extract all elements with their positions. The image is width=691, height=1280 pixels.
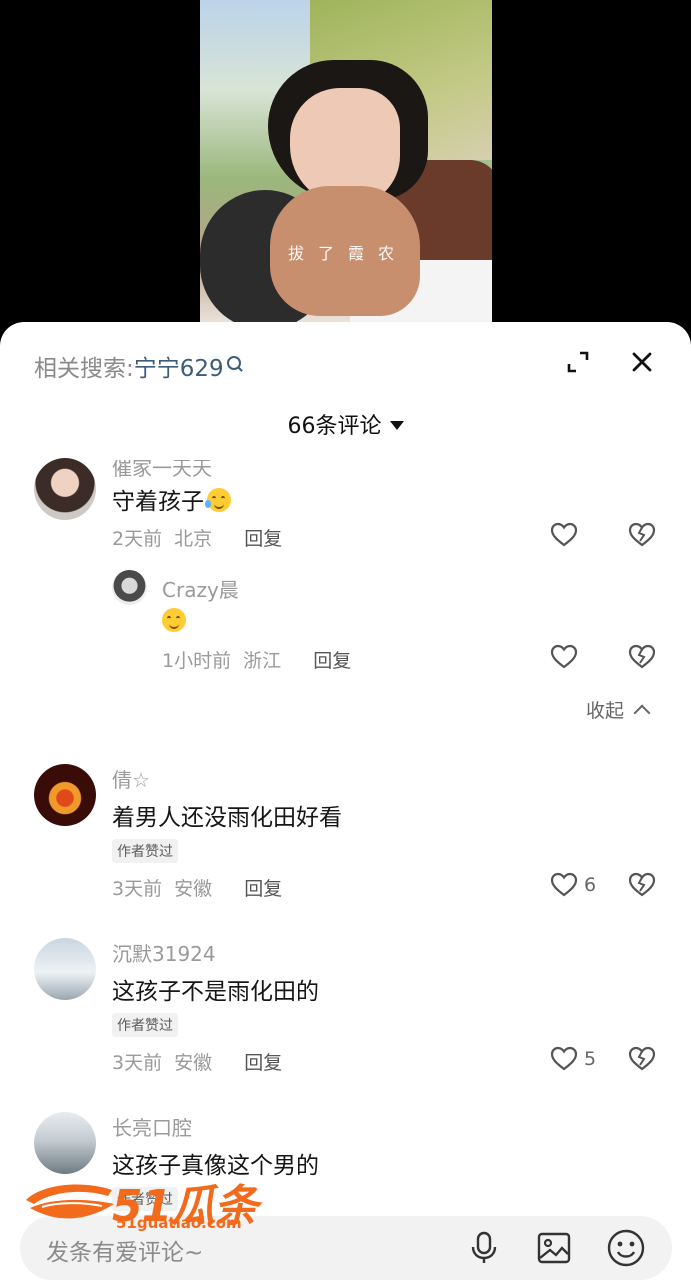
comment-time: 2天前 [112, 528, 163, 550]
image-icon[interactable] [536, 1230, 572, 1266]
avatar[interactable] [112, 570, 147, 605]
comment-text: 着男人还没雨化田好看 [112, 805, 342, 831]
like-heart-icon[interactable] [550, 522, 578, 548]
avatar[interactable] [34, 458, 96, 520]
comment-list[interactable]: 催家一天天 守着孩子 2天前 北京 回复 Crazy晨 1小时前 浙江 回复 收… [0, 452, 691, 1212]
video-player[interactable]: 拔了霞农 [200, 0, 492, 324]
reply-meta: 1小时前 浙江 回复 [162, 646, 351, 673]
comment-username[interactable]: 长亮口腔 [112, 1112, 192, 1141]
related-search-keyword[interactable]: 宁宁629 [134, 356, 224, 382]
related-search-label: 相关搜索: [34, 356, 134, 382]
author-liked-badge: 作者赞过 [112, 839, 178, 863]
reply-button[interactable]: 回复 [313, 650, 351, 672]
avatar[interactable] [34, 938, 96, 1000]
dislike-broken-heart-icon[interactable] [628, 1046, 656, 1072]
comment-location: 安徽 [174, 878, 213, 900]
comment-username[interactable]: 倩☆ [112, 764, 150, 793]
crying-laughing-emoji-icon [205, 488, 231, 512]
collapse-label: 收起 [586, 700, 625, 722]
chevron-up-icon [633, 704, 651, 722]
like-heart-icon[interactable] [550, 644, 578, 670]
collapse-replies-button[interactable]: 收起 [586, 696, 651, 723]
like-button[interactable]: 5 [550, 1046, 596, 1072]
comment-text-content: 守着孩子 [112, 489, 204, 515]
watermark-logo-icon [26, 1184, 114, 1219]
reply-username[interactable]: Crazy晨 [162, 574, 239, 603]
reply-text [162, 608, 186, 635]
video-caption: 拔了霞农 [288, 244, 409, 263]
author-liked-badge: 作者赞过 [112, 1013, 178, 1037]
expand-icon[interactable] [566, 350, 590, 374]
comment-text: 守着孩子 [112, 482, 231, 516]
like-count: 5 [584, 1048, 597, 1070]
comment-username[interactable]: 沉默31924 [112, 938, 216, 967]
comment-username[interactable]: 催家一天天 [112, 460, 212, 481]
reply-button[interactable]: 回复 [244, 528, 282, 550]
like-count: 6 [584, 874, 597, 896]
dislike-broken-heart-icon[interactable] [628, 522, 656, 548]
comment-location: 安徽 [174, 1052, 213, 1074]
comment-meta: 3天前 安徽 回复 [112, 874, 282, 901]
comment-count-toggle[interactable]: 66条评论 [0, 408, 691, 440]
comment-time: 3天前 [112, 1052, 163, 1074]
caret-down-icon [389, 421, 404, 430]
like-heart-icon [550, 1046, 578, 1071]
smiling-emoji-icon [162, 608, 186, 632]
sheet-header: 相关搜索:宁宁629 [0, 322, 691, 404]
reply-button[interactable]: 回复 [244, 1052, 282, 1074]
close-icon[interactable] [628, 348, 656, 376]
dislike-broken-heart-icon[interactable] [628, 644, 656, 670]
like-heart-icon [550, 872, 578, 897]
watermark: 51瓜条 51guatiao.com [22, 1170, 266, 1232]
like-button[interactable]: 6 [550, 872, 596, 898]
watermark-url: 51guatiao.com [116, 1214, 242, 1232]
comment-time: 3天前 [112, 878, 163, 900]
emoji-icon[interactable] [606, 1228, 646, 1268]
search-icon [226, 356, 241, 370]
comment-meta: 3天前 安徽 回复 [112, 1048, 282, 1075]
comment-count: 66条评论 [287, 414, 382, 439]
microphone-icon[interactable] [466, 1230, 502, 1266]
related-search[interactable]: 相关搜索:宁宁629 [34, 349, 241, 383]
comment-input[interactable]: 发条有爱评论~ [46, 1233, 203, 1267]
comment-text: 这孩子不是雨化田的 [112, 979, 319, 1005]
reply-location: 浙江 [243, 650, 282, 672]
comment-meta: 2天前 北京 回复 [112, 524, 282, 551]
avatar[interactable] [34, 1112, 96, 1174]
comment-location: 北京 [174, 528, 213, 550]
avatar[interactable] [34, 764, 96, 826]
reply-button[interactable]: 回复 [244, 878, 282, 900]
reply-time: 1小时前 [162, 650, 232, 672]
dislike-broken-heart-icon[interactable] [628, 872, 656, 898]
comment-sheet: 相关搜索:宁宁629 66条评论 催家一天天 守着孩子 2天前 北京 回复 Cr… [0, 322, 691, 1280]
